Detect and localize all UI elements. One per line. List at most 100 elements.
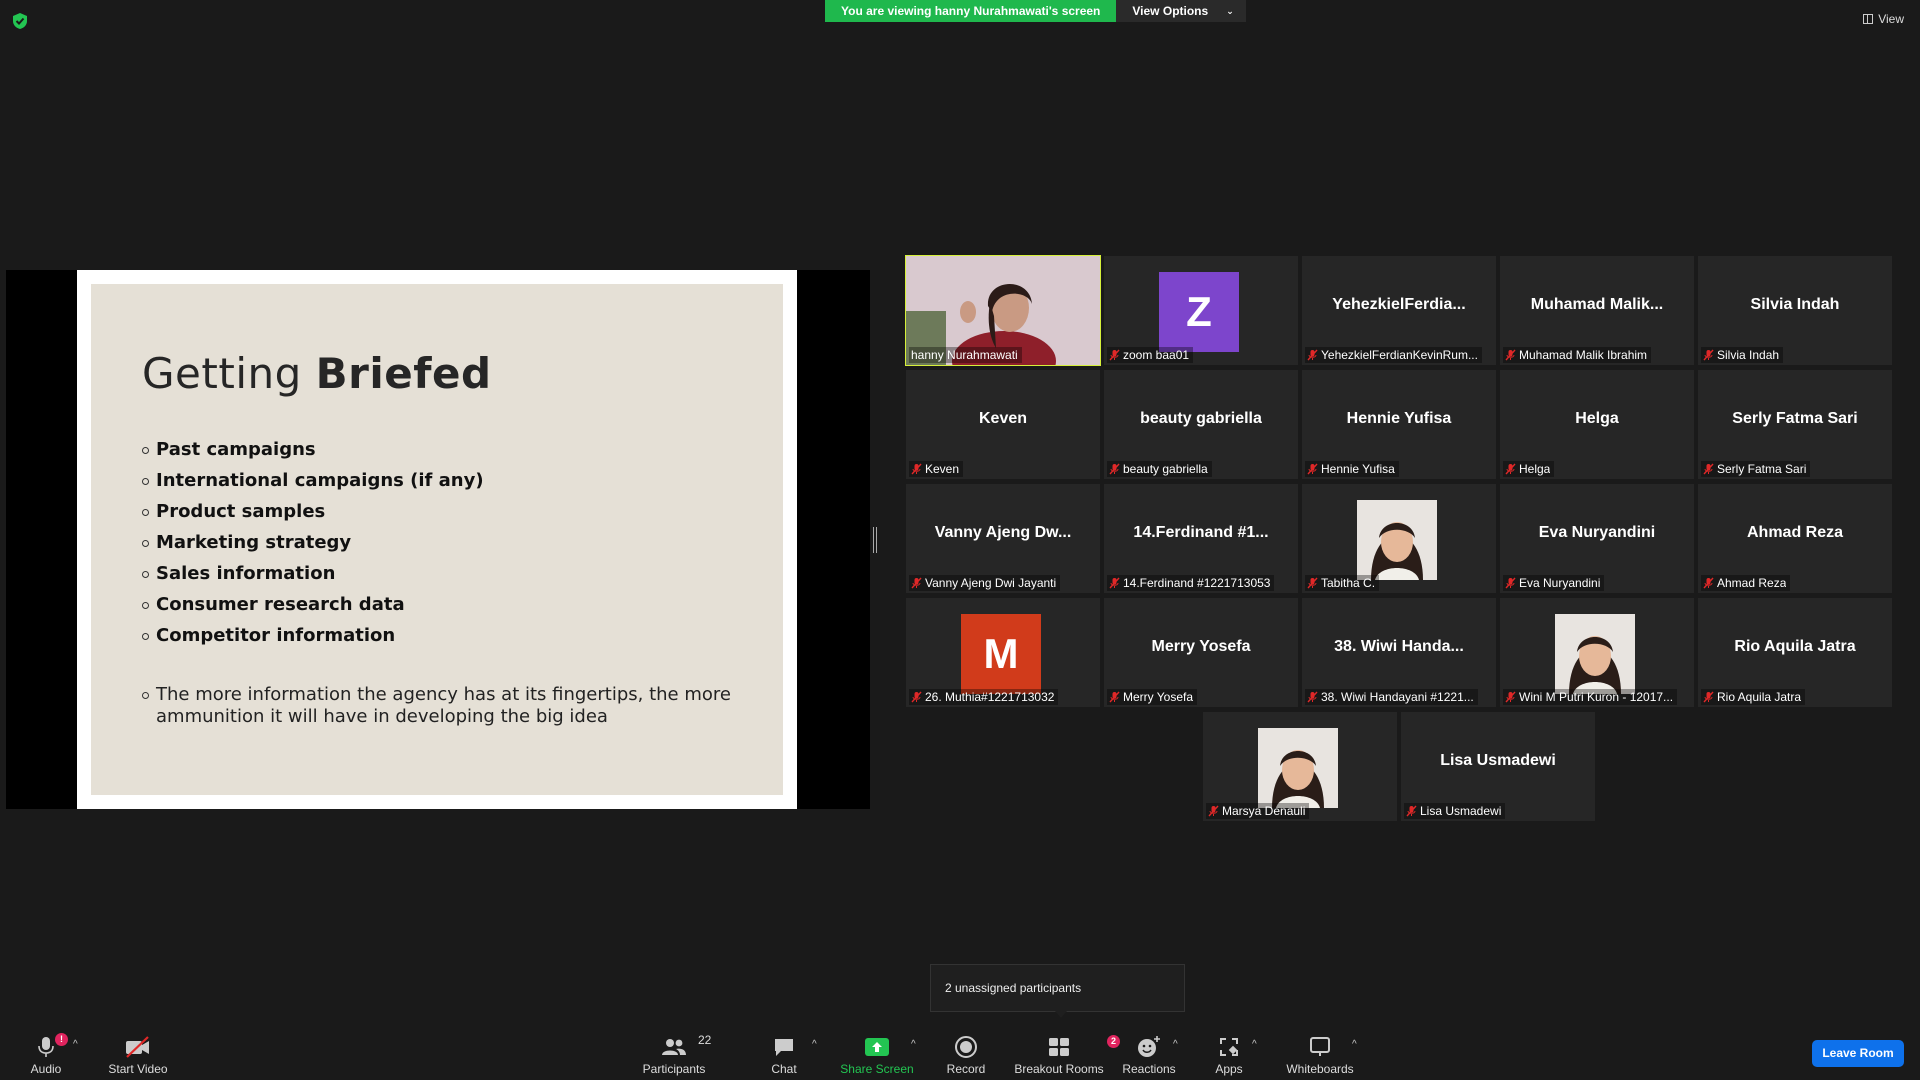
participant-name-label: Eva Nuryandini xyxy=(1503,575,1605,591)
participant-tile[interactable]: YehezkielFerdia... YehezkielFerdianKevinR… xyxy=(1302,256,1496,365)
participant-name-label: Hennie Yufisa xyxy=(1305,461,1399,477)
participant-tile[interactable]: Muhamad Malik... Muhamad Malik Ibrahim xyxy=(1500,256,1694,365)
participant-tile[interactable]: Vanny Ajeng Dw... Vanny Ajeng Dwi Jayanti xyxy=(906,484,1100,593)
muted-microphone-icon xyxy=(1307,349,1318,361)
participant-name: Muhamad Malik Ibrahim xyxy=(1519,348,1648,362)
muted-microphone-icon xyxy=(1109,577,1120,589)
slide-bullet: Past campaigns xyxy=(142,439,484,470)
participant-name: Merry Yosefa xyxy=(1123,690,1194,704)
participant-tile[interactable]: Rio Aquila Jatra Rio Aquila Jatra xyxy=(1698,598,1892,707)
apps-icon xyxy=(1220,1038,1238,1056)
participant-name: Eva Nuryandini xyxy=(1519,576,1601,590)
participant-name: Vanny Ajeng Dwi Jayanti xyxy=(925,576,1057,590)
participant-name: Silvia Indah xyxy=(1717,348,1780,362)
avatar: M xyxy=(961,614,1041,694)
participant-tile[interactable]: beauty gabriella beauty gabriella xyxy=(1104,370,1298,479)
participant-name-label: 26. Muthia#1221713032 xyxy=(909,689,1059,705)
participant-display-name: Muhamad Malik... xyxy=(1530,296,1664,313)
participant-name-label: Lisa Usmadewi xyxy=(1404,803,1506,819)
chat-options-caret-icon[interactable]: ^ xyxy=(812,1039,817,1050)
splitter-handle[interactable] xyxy=(873,527,877,553)
leave-room-button[interactable]: Leave Room xyxy=(1812,1040,1904,1067)
participant-name: Wini M Putri Kuron - 12017... xyxy=(1519,690,1674,704)
participant-tile[interactable]: 38. Wiwi Handa... 38. Wiwi Handayani #122… xyxy=(1302,598,1496,707)
audio-button[interactable]: ! Audio xyxy=(26,1029,68,1077)
participant-name: 14.Ferdinand #1221713053 xyxy=(1123,576,1271,590)
start-video-button[interactable]: Start Video xyxy=(106,1029,170,1077)
participant-tile[interactable]: 14.Ferdinand #1... 14.Ferdinand #12217130… xyxy=(1104,484,1298,593)
apps-options-caret-icon[interactable]: ^ xyxy=(1252,1039,1257,1050)
participant-name-label: hanny Nurahmawati xyxy=(909,347,1022,363)
share-screen-button[interactable]: Share Screen xyxy=(840,1029,914,1077)
share-options-caret-icon[interactable]: ^ xyxy=(911,1039,916,1050)
participant-name-label: beauty gabriella xyxy=(1107,461,1212,477)
encryption-shield-icon[interactable] xyxy=(12,12,28,30)
apps-label: Apps xyxy=(1215,1062,1243,1076)
participants-icon xyxy=(662,1039,686,1055)
participant-name-label: Rio Aquila Jatra xyxy=(1701,689,1806,705)
view-label: View xyxy=(1878,12,1904,26)
participant-name: beauty gabriella xyxy=(1123,462,1208,476)
participant-name-label: Ahmad Reza xyxy=(1701,575,1791,591)
participant-display-name: 38. Wiwi Handa... xyxy=(1334,638,1464,655)
whiteboards-options-caret-icon[interactable]: ^ xyxy=(1352,1039,1357,1050)
muted-microphone-icon xyxy=(1703,463,1714,475)
participant-name-label: Tabitha C. xyxy=(1305,575,1380,591)
avatar: Z xyxy=(1159,272,1239,352)
muted-microphone-icon xyxy=(1109,691,1120,703)
meeting-toolbar: ! Audio ^ Start Video 22 Participants Ch… xyxy=(0,1025,1920,1080)
apps-button[interactable]: Apps xyxy=(1213,1029,1245,1077)
whiteboards-button[interactable]: Whiteboards xyxy=(1284,1029,1356,1077)
participants-count: 22 xyxy=(698,1033,712,1047)
view-options-button[interactable]: View Options ⌄ xyxy=(1116,0,1246,22)
muted-microphone-icon xyxy=(1109,349,1120,361)
participant-display-name: Hennie Yufisa xyxy=(1346,410,1452,427)
participant-tile[interactable]: M 26. Muthia#1221713032 xyxy=(906,598,1100,707)
participant-tile[interactable]: Wini M Putri Kuron - 12017... xyxy=(1500,598,1694,707)
participant-display-name: Keven xyxy=(978,410,1028,427)
breakout-rooms-button[interactable]: 2 Breakout Rooms xyxy=(1012,1029,1120,1077)
view-button[interactable]: View xyxy=(1863,12,1904,26)
muted-microphone-icon xyxy=(1208,805,1219,817)
participant-tile[interactable]: Keven Keven xyxy=(906,370,1100,479)
muted-microphone-icon xyxy=(1505,349,1516,361)
muted-microphone-icon xyxy=(1703,349,1714,361)
participant-name-label: Keven xyxy=(909,461,964,477)
profile-photo xyxy=(1258,728,1338,808)
muted-microphone-icon xyxy=(1505,691,1516,703)
share-screen-icon xyxy=(865,1038,889,1056)
participant-name-label: Merry Yosefa xyxy=(1107,689,1198,705)
participant-tile[interactable]: Hennie Yufisa Hennie Yufisa xyxy=(1302,370,1496,479)
record-button[interactable]: Record xyxy=(944,1029,988,1077)
breakout-rooms-icon xyxy=(1049,1038,1069,1056)
participant-name: Helga xyxy=(1519,462,1551,476)
participant-name-label: Helga xyxy=(1503,461,1555,477)
participant-name-label: zoom baa01 xyxy=(1107,347,1194,363)
participant-tile[interactable]: Merry Yosefa Merry Yosefa xyxy=(1104,598,1298,707)
participant-tile[interactable]: Tabitha C. xyxy=(1302,484,1496,593)
participants-button[interactable]: 22 Participants xyxy=(639,1029,712,1077)
participant-tile[interactable]: Marsya Denauli xyxy=(1203,712,1397,821)
reactions-options-caret-icon[interactable]: ^ xyxy=(1173,1039,1178,1050)
muted-microphone-icon xyxy=(911,463,922,475)
participant-name: 26. Muthia#1221713032 xyxy=(925,690,1055,704)
participant-tile[interactable]: Silvia Indah Silvia Indah xyxy=(1698,256,1892,365)
participant-tile[interactable]: Zzoom baa01 xyxy=(1104,256,1298,365)
chat-button[interactable]: Chat xyxy=(770,1029,798,1077)
participant-display-name: beauty gabriella xyxy=(1140,410,1262,427)
participant-name-label: Marsya Denauli xyxy=(1206,803,1310,819)
screen-share-banner: You are viewing hanny Nurahmawati's scre… xyxy=(825,0,1246,22)
participant-display-name: Eva Nuryandini xyxy=(1538,524,1656,541)
reactions-label: Reactions xyxy=(1122,1062,1176,1076)
reactions-button[interactable]: Reactions xyxy=(1122,1029,1176,1077)
participant-tile[interactable]: hanny Nurahmawati xyxy=(905,255,1101,366)
participant-tile[interactable]: Lisa Usmadewi Lisa Usmadewi xyxy=(1401,712,1595,821)
participant-tile[interactable]: Eva Nuryandini Eva Nuryandini xyxy=(1500,484,1694,593)
participant-tile[interactable]: Serly Fatma Sari Serly Fatma Sari xyxy=(1698,370,1892,479)
audio-options-caret-icon[interactable]: ^ xyxy=(73,1039,78,1050)
unassigned-participants-tooltip: 2 unassigned participants xyxy=(930,964,1185,1018)
chat-label: Chat xyxy=(771,1062,797,1076)
participant-tile[interactable]: Ahmad Reza Ahmad Reza xyxy=(1698,484,1892,593)
participant-tile[interactable]: Helga Helga xyxy=(1500,370,1694,479)
slide-bullet-list: Past campaigns International campaigns (… xyxy=(142,439,484,656)
